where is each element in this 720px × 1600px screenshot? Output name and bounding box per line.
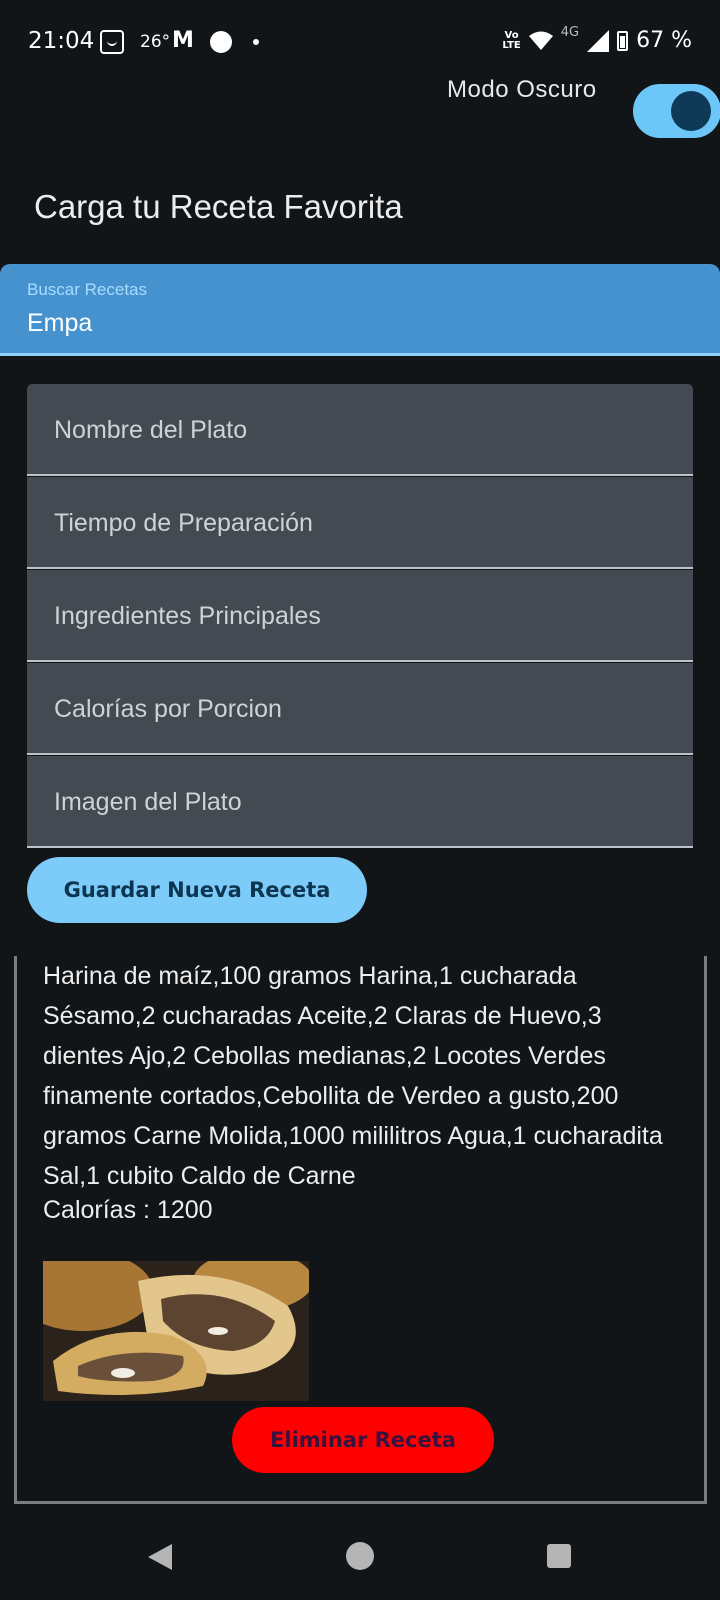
page-title: Carga tu Receta Favorita: [34, 188, 403, 225]
battery-percentage: 67 %: [636, 28, 692, 53]
save-recipe-button[interactable]: Guardar Nueva Receta: [27, 857, 367, 923]
volte-bottom-text: LTE: [502, 39, 521, 51]
recipe-card: Harina de maíz,100 gramos Harina,1 cucha…: [14, 956, 707, 1504]
recipe-form: [27, 384, 693, 849]
notification-circle-icon: [210, 31, 232, 53]
more-notifications-icon: [253, 39, 259, 45]
gmail-icon: M: [172, 28, 194, 53]
search-box[interactable]: Buscar Recetas: [0, 264, 720, 356]
dark-mode-toggle[interactable]: [633, 84, 720, 138]
search-label: Buscar Recetas: [27, 280, 147, 299]
status-right-icons: Vo LTE 4G 67 %: [502, 25, 692, 53]
dish-name-input[interactable]: [54, 384, 664, 476]
search-input[interactable]: [27, 306, 667, 340]
calories-input[interactable]: [54, 663, 664, 755]
shopping-bag-icon: [100, 30, 124, 54]
toggle-knob: [671, 91, 711, 131]
battery-icon: [617, 30, 629, 51]
home-icon[interactable]: [346, 1542, 374, 1570]
wifi-icon: [528, 31, 553, 51]
dish-image-input[interactable]: [54, 756, 664, 848]
recipe-calories: Calorías : 1200: [43, 1196, 213, 1224]
network-type: 4G: [560, 25, 580, 40]
field-dish-image[interactable]: [27, 756, 693, 848]
navigation-bar: [0, 1520, 720, 1600]
status-time: 21:04: [28, 28, 95, 54]
field-ingredients[interactable]: [27, 570, 693, 662]
weather-temperature: 26°: [140, 32, 171, 52]
recent-apps-icon[interactable]: [547, 1544, 571, 1568]
app-screen: 21:04 26° M Vo LTE 4G 67 % Modo Oscuro C…: [0, 0, 720, 1600]
dish-photo: [43, 1261, 309, 1401]
dark-mode-label: Modo Oscuro: [447, 76, 597, 103]
signal-icon: [587, 29, 610, 52]
field-dish-name[interactable]: [27, 384, 693, 476]
volte-icon: Vo LTE: [502, 29, 521, 51]
field-calories[interactable]: [27, 663, 693, 755]
prep-time-input[interactable]: [54, 477, 664, 569]
status-bar: 21:04 26° M Vo LTE 4G 67 %: [0, 0, 720, 84]
recipe-ingredients: Harina de maíz,100 gramos Harina,1 cucha…: [43, 962, 663, 1190]
ingredients-input[interactable]: [54, 570, 664, 662]
back-icon[interactable]: [148, 1544, 172, 1574]
field-prep-time[interactable]: [27, 477, 693, 569]
volte-top-text: Vo: [504, 29, 519, 41]
delete-recipe-button[interactable]: Eliminar Receta: [232, 1407, 494, 1473]
